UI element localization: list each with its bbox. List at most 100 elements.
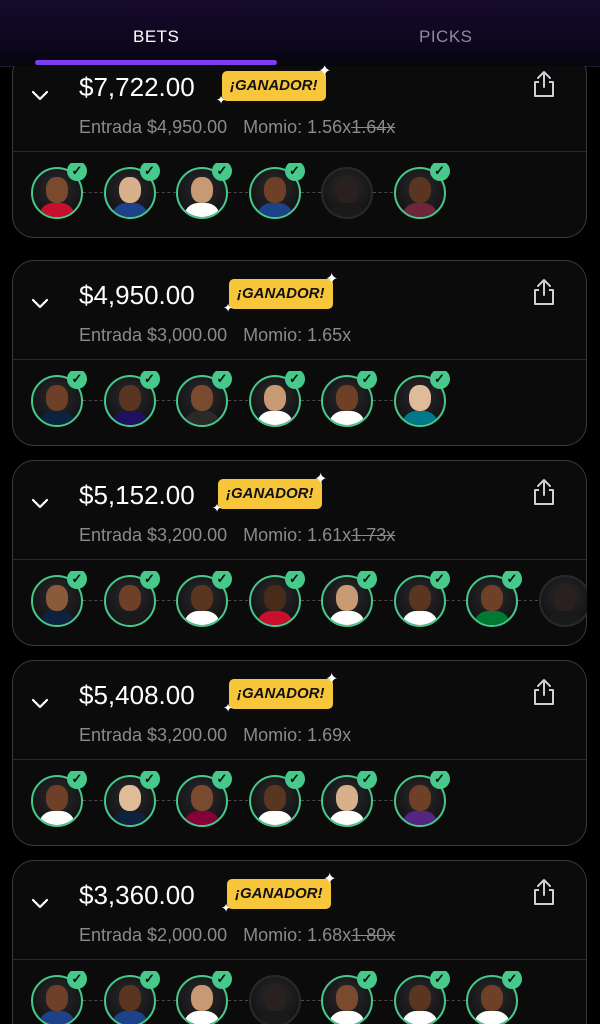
player-avatar[interactable] xyxy=(321,167,393,219)
player-avatar[interactable]: ✓ xyxy=(31,371,103,427)
odds-label: Momio: xyxy=(243,725,308,745)
player-avatar[interactable]: ✓ xyxy=(321,371,393,427)
player-avatar[interactable]: ✓ xyxy=(31,163,103,219)
player-avatar[interactable]: ✓ xyxy=(248,371,321,427)
payout-amount: $7,722.00 xyxy=(79,72,195,102)
share-icon[interactable] xyxy=(531,677,557,707)
player-picks-row[interactable]: ✓ ✓ ✓ ✓ ✓ ✓ xyxy=(31,971,587,1024)
player-picks-row[interactable]: ✓ ✓ ✓ ✓ ✓ xyxy=(31,163,587,223)
player-avatar[interactable]: ✓ xyxy=(248,163,321,219)
player-avatar[interactable]: ✓ xyxy=(393,371,450,427)
player-jersey xyxy=(401,411,438,425)
entry-label: Entrada xyxy=(79,325,148,345)
check-icon: ✓ xyxy=(284,371,305,389)
check-icon: ✓ xyxy=(67,771,87,789)
connector-line xyxy=(300,800,321,801)
check-icon: ✓ xyxy=(212,971,232,989)
player-jersey xyxy=(111,811,148,825)
bets-feed[interactable]: $7,722.00 ¡GANADOR! ✦ ✦ Entrada $4,950.00 Mom… xyxy=(0,66,600,1024)
player-face xyxy=(408,585,431,611)
chevron-down-icon[interactable] xyxy=(30,495,50,511)
check-icon: ✓ xyxy=(67,371,87,389)
entry-label: Entrada xyxy=(79,925,148,945)
player-avatar[interactable]: ✓ xyxy=(248,571,321,627)
player-avatar[interactable]: ✓ xyxy=(321,571,393,627)
player-jersey xyxy=(184,1011,220,1024)
player-avatar[interactable]: ✓ xyxy=(466,571,538,627)
player-avatar[interactable]: ✓ xyxy=(103,371,176,427)
player-avatar[interactable]: ✓ xyxy=(103,571,176,627)
player-avatar[interactable]: ✓ xyxy=(393,771,450,827)
player-face xyxy=(118,585,141,611)
player-avatar[interactable] xyxy=(538,575,587,627)
player-avatar[interactable]: ✓ xyxy=(321,771,393,827)
connector-line xyxy=(373,192,393,193)
player-jersey xyxy=(401,611,438,625)
old-odds-value: 1.73x xyxy=(351,525,396,545)
bet-card[interactable]: $5,152.00 ¡GANADOR! ✦ ✦ Entrada $3,200.00 Mom… xyxy=(12,460,587,646)
player-avatar[interactable]: ✓ xyxy=(176,771,248,827)
check-icon: ✓ xyxy=(429,163,450,181)
bet-card[interactable]: $7,722.00 ¡GANADOR! ✦ ✦ Entrada $4,950.00 Mom… xyxy=(12,66,587,238)
player-avatar[interactable]: ✓ xyxy=(103,163,176,219)
entry-label: Entrada xyxy=(79,725,148,745)
player-face xyxy=(336,177,358,203)
player-avatar[interactable]: ✓ xyxy=(321,971,393,1024)
player-avatar[interactable]: ✓ xyxy=(31,771,103,827)
tab-picks[interactable]: PICKS xyxy=(419,27,473,47)
entry-amount: $3,200.00 xyxy=(147,725,228,745)
sparkle-icon: ✦ xyxy=(325,271,339,288)
player-avatar[interactable]: ✓ xyxy=(176,163,248,219)
player-avatar[interactable]: ✓ xyxy=(103,771,176,827)
player-avatar[interactable]: ✓ xyxy=(176,571,248,627)
check-icon: ✓ xyxy=(502,971,522,989)
player-avatar[interactable]: ✓ xyxy=(466,971,522,1024)
connector-line xyxy=(228,800,248,801)
player-avatar[interactable]: ✓ xyxy=(393,163,450,219)
avatar-ring xyxy=(538,575,587,627)
bet-meta: Entrada $3,000.00 Momio: 1.65x xyxy=(79,325,351,346)
check-icon: ✓ xyxy=(139,163,160,181)
connector-line xyxy=(83,600,103,601)
connector-line xyxy=(445,600,466,601)
share-icon[interactable] xyxy=(531,277,557,307)
share-icon[interactable] xyxy=(531,877,557,907)
chevron-down-icon[interactable] xyxy=(30,87,50,103)
share-icon[interactable] xyxy=(531,477,557,507)
chevron-down-icon[interactable] xyxy=(30,695,50,711)
connector-line xyxy=(373,600,393,601)
player-jersey xyxy=(329,811,365,825)
player-face xyxy=(263,177,286,203)
player-face xyxy=(191,585,213,611)
player-jersey xyxy=(184,203,220,217)
bet-card[interactable]: $4,950.00 ¡GANADOR! ✦ ✦ Entrada $3,000.00 Mom… xyxy=(12,260,587,446)
player-jersey xyxy=(39,811,75,825)
player-picks-row[interactable]: ✓ ✓ ✓ ✓ ✓ ✓ xyxy=(31,371,587,431)
player-avatar[interactable] xyxy=(248,975,321,1024)
bet-card[interactable]: $5,408.00 ¡GANADOR! ✦ ✦ Entrada $3,200.00 Mom… xyxy=(12,660,587,846)
player-face xyxy=(191,385,213,411)
player-face xyxy=(263,585,286,611)
chevron-down-icon[interactable] xyxy=(30,295,50,311)
player-avatar[interactable]: ✓ xyxy=(248,771,321,827)
player-picks-row[interactable]: ✓ ✓ ✓ ✓ ✓ ✓ xyxy=(31,771,587,831)
player-avatar[interactable]: ✓ xyxy=(31,971,103,1024)
player-avatar[interactable]: ✓ xyxy=(31,571,103,627)
player-face xyxy=(336,785,358,811)
chevron-down-icon[interactable] xyxy=(30,895,50,911)
tab-bets[interactable]: BETS xyxy=(133,27,179,47)
player-avatar[interactable]: ✓ xyxy=(393,971,466,1024)
player-avatar[interactable]: ✓ xyxy=(176,371,248,427)
player-avatar[interactable]: ✓ xyxy=(176,971,248,1024)
player-picks-row[interactable]: ✓ ✓ ✓ ✓ ✓ ✓ ✓ xyxy=(31,571,587,631)
card-divider xyxy=(13,559,586,560)
check-icon: ✓ xyxy=(357,771,377,789)
player-avatar[interactable]: ✓ xyxy=(393,571,466,627)
check-icon: ✓ xyxy=(212,371,232,389)
player-jersey xyxy=(401,811,438,825)
share-icon[interactable] xyxy=(531,69,557,99)
player-face xyxy=(118,785,141,811)
payout-amount: $5,408.00 xyxy=(79,680,195,710)
player-avatar[interactable]: ✓ xyxy=(103,971,176,1024)
bet-card[interactable]: $3,360.00 ¡GANADOR! ✦ ✦ Entrada $2,000.00 Mom… xyxy=(12,860,587,1024)
